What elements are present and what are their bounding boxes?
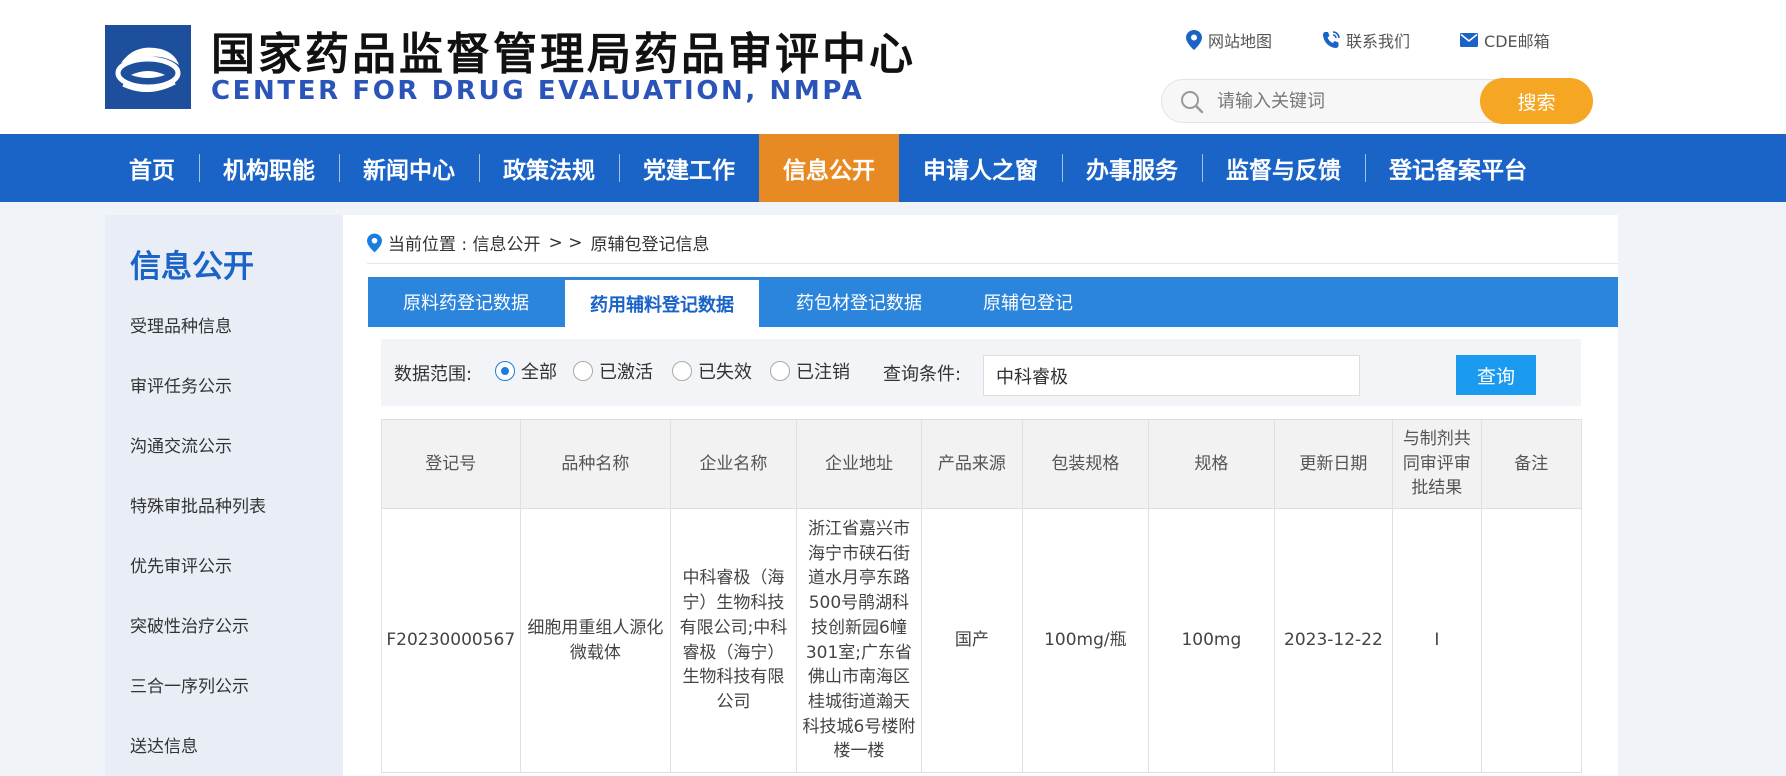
tab-bar: 原料药登记数据 药用辅料登记数据 药包材登记数据 原辅包登记 [368, 277, 1618, 327]
radio-expired-label: 已失效 [698, 362, 752, 383]
tab-packaging-data[interactable]: 药包材登记数据 [796, 277, 922, 327]
nav-item-party[interactable]: 党建工作 [619, 134, 759, 202]
cde-logo[interactable] [105, 25, 191, 109]
search-button[interactable]: 搜索 [1480, 78, 1593, 124]
breadcrumb-prefix[interactable]: 当前位置 : 信息公开 [388, 230, 541, 255]
nav-item-applicant[interactable]: 申请人之窗 [899, 134, 1062, 202]
sidebar-item-three-in-one[interactable]: 三合一序列公示 [130, 675, 266, 735]
logo-emblem-icon [105, 25, 191, 109]
sidebar-item-priority-review[interactable]: 优先审评公示 [130, 555, 266, 615]
phone-icon [1323, 31, 1340, 48]
cell-company-name: 中科睿极（海宁）生物科技有限公司;中科睿极（海宁）生物科技有限公司 [670, 508, 797, 773]
table-header-row: 登记号 品种名称 企业名称 企业地址 产品来源 包装规格 规格 更新日期 与制剂… [381, 419, 1582, 509]
site-map-label: 网站地图 [1208, 32, 1273, 51]
breadcrumb: 当前位置 : 信息公开 > > 原辅包登记信息 [367, 230, 709, 255]
nav-item-registration[interactable]: 登记备案平台 [1365, 134, 1551, 202]
cell-joint-review: I [1392, 508, 1482, 773]
nav-item-home[interactable]: 首页 [105, 134, 199, 202]
nav-item-info-disclosure[interactable]: 信息公开 [759, 134, 899, 202]
cell-update-date: 2023-12-22 [1273, 508, 1394, 773]
sidebar-item-breakthrough[interactable]: 突破性治疗公示 [130, 615, 266, 675]
nav-items: 首页 机构职能 新闻中心 政策法规 党建工作 信息公开 申请人之窗 办事服务 监… [105, 134, 1551, 202]
sidebar-item-communication[interactable]: 沟通交流公示 [130, 435, 266, 495]
col-header-update-date: 更新日期 [1273, 419, 1394, 509]
tab-excipient-data[interactable]: 药用辅料登记数据 [565, 280, 759, 327]
sidebar-item-delivery[interactable]: 送达信息 [130, 735, 266, 776]
cell-remarks [1480, 508, 1582, 773]
col-header-reg-no: 登记号 [381, 419, 521, 509]
cell-company-address: 浙江省嘉兴市海宁市硖石街道水月亭东路500号鹃湖科技创新园6幢301室;广东省佛… [795, 508, 923, 773]
query-button[interactable]: 查询 [1456, 355, 1536, 395]
radio-expired[interactable]: 已失效 [672, 358, 752, 384]
breadcrumb-current: 原辅包登记信息 [590, 235, 710, 255]
left-sidebar: 信息公开 受理品种信息 审评任务公示 沟通交流公示 特殊审批品种列表 优先审评公… [105, 215, 343, 776]
col-header-spec: 规格 [1148, 419, 1275, 509]
site-map-link[interactable]: 网站地图 [1186, 28, 1272, 52]
radio-cancelled-indicator [770, 361, 790, 381]
tab-registration[interactable]: 原辅包登记 [983, 277, 1073, 327]
col-header-joint-review: 与制剂共同审评审批结果 [1392, 419, 1482, 509]
location-pin-icon [1186, 30, 1202, 50]
cell-spec: 100mg [1148, 508, 1275, 773]
sidebar-item-special-approval[interactable]: 特殊审批品种列表 [130, 495, 266, 555]
site-title-cn: 国家药品监督管理局药品审评中心 [211, 29, 916, 80]
cell-product-name: 细胞用重组人源化微载体 [519, 508, 672, 773]
sidebar-item-review-tasks[interactable]: 审评任务公示 [130, 375, 266, 435]
col-header-product-name: 品种名称 [519, 419, 672, 509]
contact-us-label: 联系我们 [1346, 32, 1411, 51]
tab-api-data[interactable]: 原料药登记数据 [403, 277, 529, 327]
col-header-source: 产品来源 [921, 419, 1023, 509]
filter-bar: 数据范围: 全部 已激活 已失效 已注销 查询条件: 查询 [381, 339, 1581, 406]
mail-icon [1460, 33, 1479, 47]
nav-item-news[interactable]: 新闻中心 [339, 134, 479, 202]
data-range-label: 数据范围: [394, 364, 473, 385]
radio-expired-indicator [672, 361, 692, 381]
radio-activated-label: 已激活 [599, 362, 653, 383]
nav-item-services[interactable]: 办事服务 [1062, 134, 1202, 202]
cde-mail-label: CDE邮箱 [1484, 32, 1550, 51]
table-row[interactable]: F20230000567 细胞用重组人源化微载体 中科睿极（海宁）生物科技有限公… [381, 508, 1582, 773]
radio-all-label: 全部 [521, 362, 557, 383]
col-header-packaging: 包装规格 [1021, 419, 1150, 509]
radio-activated-indicator [573, 361, 593, 381]
sidebar-list: 受理品种信息 审评任务公示 沟通交流公示 特殊审批品种列表 优先审评公示 突破性… [130, 315, 266, 776]
cell-reg-no[interactable]: F20230000567 [381, 508, 521, 773]
search-icon [1181, 91, 1204, 114]
radio-all-indicator [495, 361, 515, 381]
site-header: 国家药品监督管理局药品审评中心 CENTER FOR DRUG EVALUATI… [0, 0, 1786, 134]
search-input[interactable] [1217, 80, 1457, 122]
radio-cancelled[interactable]: 已注销 [770, 358, 850, 384]
cell-source: 国产 [921, 508, 1023, 773]
site-title-en: CENTER FOR DRUG EVALUATION, NMPA [211, 76, 865, 106]
location-pin-icon [367, 233, 382, 252]
query-condition-label: 查询条件: [883, 364, 962, 385]
breadcrumb-divider [367, 263, 1618, 264]
cde-mail-link[interactable]: CDE邮箱 [1460, 28, 1550, 52]
radio-activated[interactable]: 已激活 [573, 358, 653, 384]
sidebar-item-accepted[interactable]: 受理品种信息 [130, 315, 266, 375]
results-table: 登记号 品种名称 企业名称 企业地址 产品来源 包装规格 规格 更新日期 与制剂… [381, 419, 1582, 773]
nav-item-functions[interactable]: 机构职能 [199, 134, 339, 202]
col-header-company-name: 企业名称 [670, 419, 797, 509]
col-header-company-address: 企业地址 [795, 419, 923, 509]
sidebar-title: 信息公开 [130, 249, 254, 285]
nav-item-policy[interactable]: 政策法规 [479, 134, 619, 202]
main-nav: 首页 机构职能 新闻中心 政策法规 党建工作 信息公开 申请人之窗 办事服务 监… [0, 134, 1786, 202]
radio-cancelled-label: 已注销 [796, 362, 850, 383]
contact-us-link[interactable]: 联系我们 [1322, 28, 1410, 52]
radio-all[interactable]: 全部 [495, 358, 557, 384]
cell-packaging: 100mg/瓶 [1021, 508, 1150, 773]
query-condition-input[interactable] [983, 355, 1360, 396]
col-header-remarks: 备注 [1480, 419, 1582, 509]
nav-item-supervision[interactable]: 监督与反馈 [1202, 134, 1365, 202]
breadcrumb-separator: > > [548, 232, 583, 253]
main-content: 当前位置 : 信息公开 > > 原辅包登记信息 原料药登记数据 药用辅料登记数据… [343, 215, 1618, 776]
top-links: 网站地图 联系我们 CDE邮箱 [1186, 28, 1600, 52]
